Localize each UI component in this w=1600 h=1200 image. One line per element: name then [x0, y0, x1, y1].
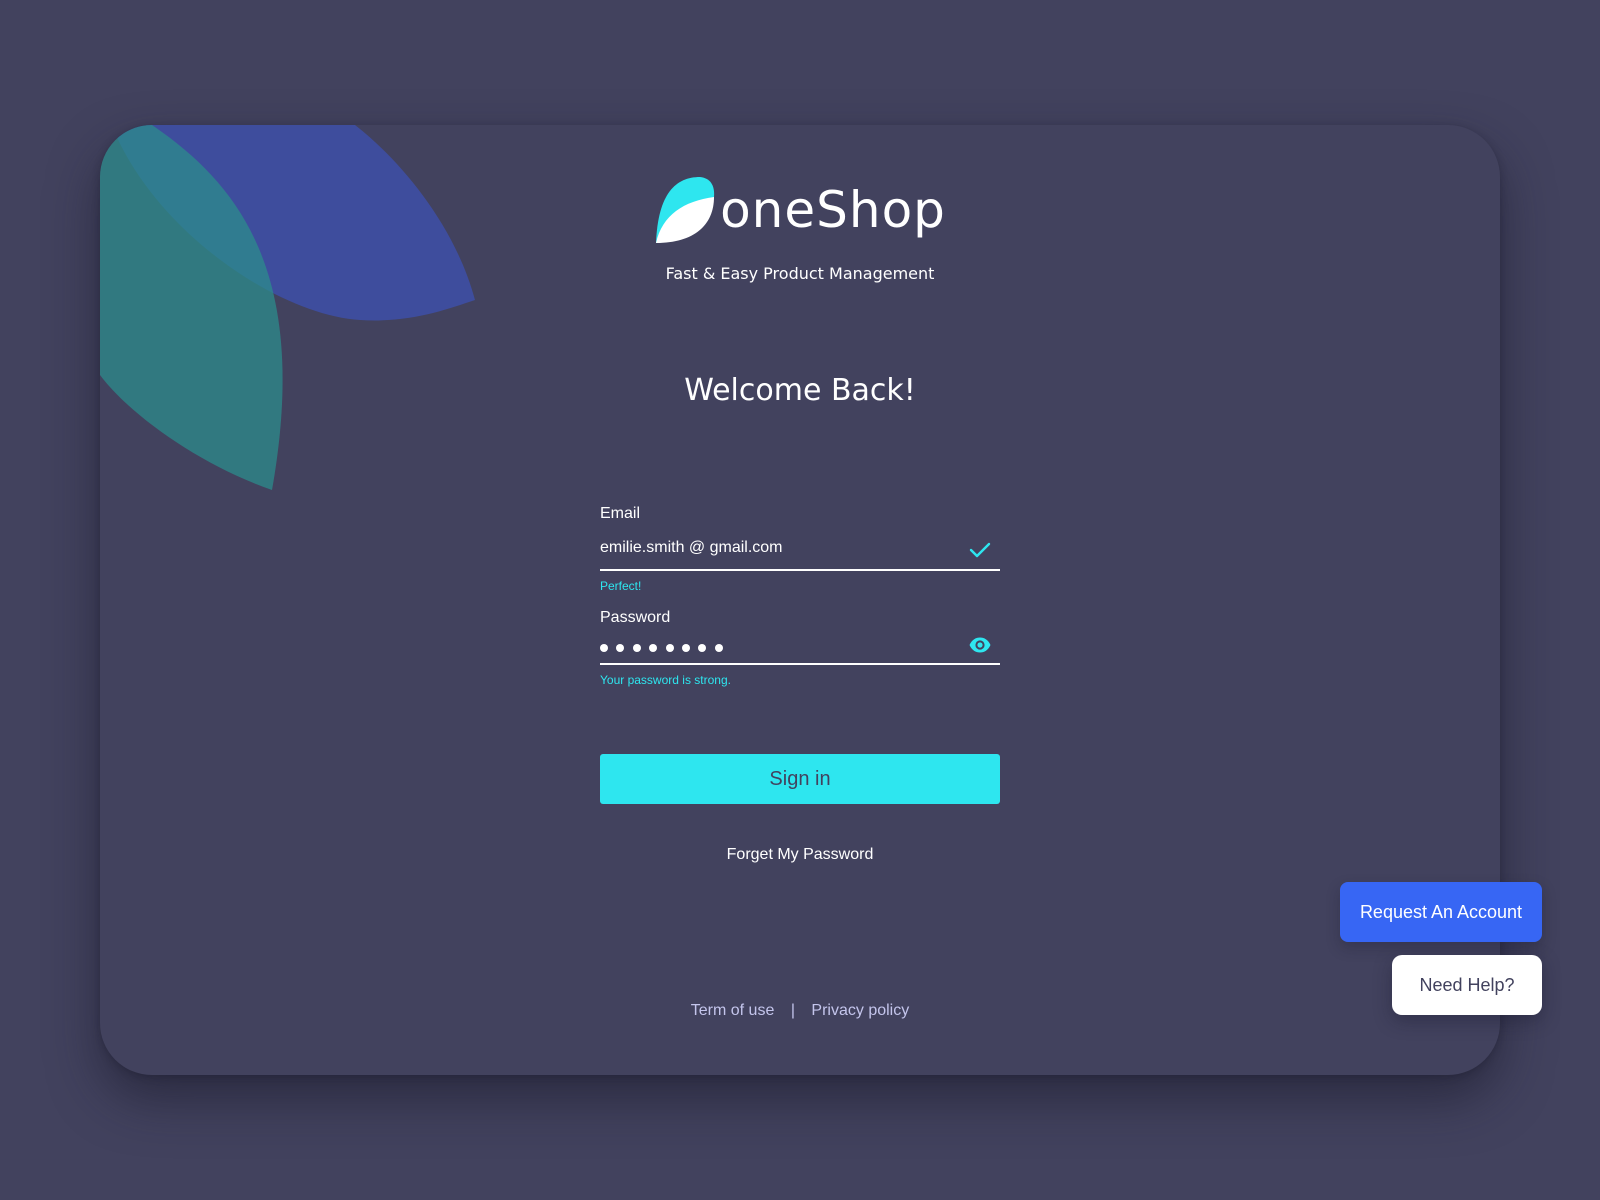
- oneshop-logo: oneShop: [654, 173, 946, 247]
- password-hint: Your password is strong.: [600, 673, 731, 687]
- password-dot: [649, 644, 658, 652]
- eye-icon[interactable]: [968, 633, 992, 657]
- password-dot: [616, 644, 625, 652]
- password-masked-value[interactable]: [600, 644, 723, 652]
- email-input-value[interactable]: emilie.smith @ gmail.com: [600, 539, 940, 557]
- brand-header: oneShop Fast & Easy Product Management: [100, 173, 1500, 283]
- email-hint: Perfect!: [600, 579, 642, 593]
- need-help-button[interactable]: Need Help?: [1392, 955, 1542, 1015]
- welcome-heading: Welcome Back!: [684, 373, 916, 409]
- password-dot: [600, 644, 608, 652]
- login-card: oneShop Fast & Easy Product Management W…: [100, 125, 1500, 1075]
- password-dot: [665, 644, 674, 652]
- footer-links: Term of use | Privacy policy: [100, 1002, 1500, 1020]
- privacy-policy-link[interactable]: Privacy policy: [811, 1002, 909, 1019]
- password-field[interactable]: [600, 627, 1000, 665]
- password-dot: [681, 644, 690, 652]
- brand-tagline: Fast & Easy Product Management: [665, 264, 935, 283]
- password-dot: [698, 644, 707, 652]
- terms-of-use-link[interactable]: Term of use: [691, 1002, 775, 1019]
- sign-in-button[interactable]: Sign in: [600, 754, 1000, 804]
- email-field[interactable]: emilie.smith @ gmail.com: [600, 531, 1000, 571]
- leaf-logo-icon: [656, 177, 715, 243]
- password-dot: [632, 644, 641, 652]
- forgot-password-link[interactable]: Forget My Password: [600, 846, 1000, 864]
- request-account-button[interactable]: Request An Account: [1340, 882, 1542, 942]
- email-label: Email: [600, 505, 641, 522]
- password-label: Password: [600, 609, 671, 626]
- login-form: Email emilie.smith @ gmail.com Perfect! …: [600, 505, 1000, 864]
- password-dot: [714, 644, 723, 652]
- footer-separator: |: [790, 1002, 795, 1019]
- checkmark-icon: [969, 542, 991, 558]
- brand-name: oneShop: [720, 181, 946, 239]
